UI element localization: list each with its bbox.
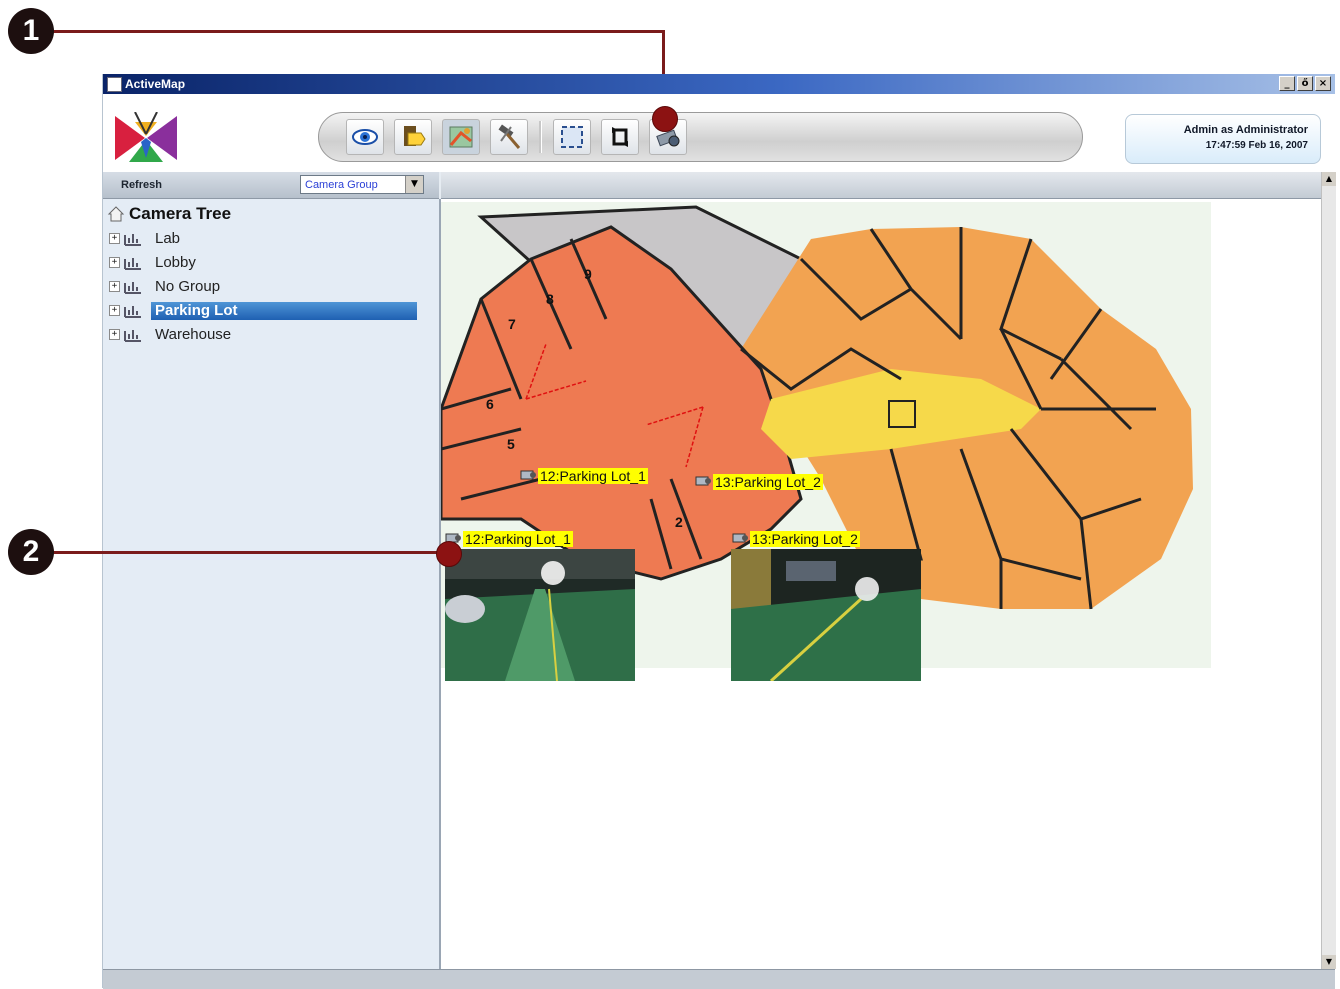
camera-label-parking-lot-1[interactable]: 12:Parking Lot_1 [538,468,648,484]
tree-root-label: Camera Tree [129,204,232,223]
camera-label-parking-lot-2[interactable]: 13:Parking Lot_2 [713,474,823,490]
expand-icon[interactable]: + [109,329,120,340]
room-number-6: 6 [486,396,494,412]
expand-icon[interactable]: + [109,233,120,244]
group-select-value: Camera Group [305,179,378,191]
hammer-icon [498,124,521,149]
status-bar [103,969,1335,989]
camera-icon[interactable] [519,468,537,482]
parking-camera-image [731,549,921,681]
tree-item-label: Parking Lot [151,302,417,320]
tree-item-label: Lab [155,230,181,247]
user-role: Admin as Administrator [1183,124,1308,136]
settings-tool-button[interactable] [490,119,528,155]
toolbar-area: Admin as Administrator 17:47:59 Feb 16, … [103,94,1335,172]
feed-label-parking-lot-2: 13:Parking Lot_2 [750,531,860,547]
scroll-down-icon[interactable]: ▼ [1322,955,1336,969]
tree-item-no-group[interactable]: + No Group [109,276,419,298]
left-panel-header: Refresh Camera Group ▼ [103,172,439,199]
callout-1-line-h [50,30,664,33]
view-button[interactable] [346,119,384,155]
camera-icon [732,533,748,543]
room-number-9: 9 [584,266,592,282]
tree-item-lab[interactable]: + Lab [109,228,419,250]
room-number-2: 2 [675,514,683,530]
tree-item-lobby[interactable]: + Lobby [109,252,419,274]
tree-item-label: Warehouse [155,326,232,343]
group-icon [124,258,141,270]
callout-2-dot [436,541,462,567]
feed-label-parking-lot-1: 12:Parking Lot_1 [463,531,573,547]
toolbar-separator [539,121,542,153]
close-button[interactable]: × [1315,76,1331,91]
room-number-8: 8 [546,291,554,307]
rotate-button[interactable] [601,119,639,155]
video-feed-parking-lot-1[interactable] [445,549,635,681]
app-icon [107,77,122,92]
toolbar [318,112,1083,162]
chevron-down-icon[interactable]: ▼ [405,176,423,193]
callout-1-badge: 1 [8,8,54,54]
activemap-window: ActiveMap _ ő × Admin as Administrator 1… [102,74,1336,989]
scroll-up-icon[interactable]: ▲ [1322,172,1336,186]
camera-tree-panel: Camera Tree + Lab + Lobby + No Group + P… [103,199,441,969]
tag-button[interactable] [394,119,432,155]
group-icon [124,282,141,294]
fit-screen-icon [561,126,583,148]
map-tool-icon [449,126,473,148]
tree-item-warehouse[interactable]: + Warehouse [109,324,419,346]
video-feed-parking-lot-2[interactable] [731,549,921,681]
expand-icon[interactable]: + [109,305,120,316]
user-info-box: Admin as Administrator 17:47:59 Feb 16, … [1125,114,1321,164]
parking-camera-image [445,549,635,681]
group-icon [124,330,141,342]
minimize-button[interactable]: _ [1279,76,1295,91]
restore-button[interactable]: ő [1297,76,1313,91]
eye-icon [352,129,378,145]
callout-1-dot [652,106,678,132]
group-icon [124,306,141,318]
tree-item-label: No Group [155,278,221,295]
map-area[interactable]: 9 8 7 6 5 2 12:Parking Lot_1 13:Parking … [441,199,1321,969]
map-tool-button[interactable] [442,119,480,155]
title-bar: ActiveMap _ ő × [103,74,1335,94]
group-select[interactable]: Camera Group ▼ [300,175,424,194]
refresh-button[interactable]: Refresh [121,177,162,193]
tag-icon [404,126,426,146]
expand-icon[interactable]: + [109,257,120,268]
brand-logo [115,112,177,162]
rotate-icon [612,127,628,147]
room-number-7: 7 [508,316,516,332]
map-header [441,172,1321,199]
group-icon [124,234,141,246]
home-icon [107,206,125,222]
callout-2-badge: 2 [8,529,54,575]
camera-icon[interactable] [694,474,712,488]
tree-item-label: Lobby [155,254,196,271]
fit-screen-button[interactable] [553,119,591,155]
room-number-5: 5 [507,436,515,452]
window-title: ActiveMap [125,77,186,91]
callout-2-line [50,551,442,554]
expand-icon[interactable]: + [109,281,120,292]
login-timestamp: 17:47:59 Feb 16, 2007 [1205,140,1308,151]
tree-item-parking-lot[interactable]: + Parking Lot [109,300,419,322]
map-scrollbar[interactable]: ▲ ▼ [1321,172,1336,969]
